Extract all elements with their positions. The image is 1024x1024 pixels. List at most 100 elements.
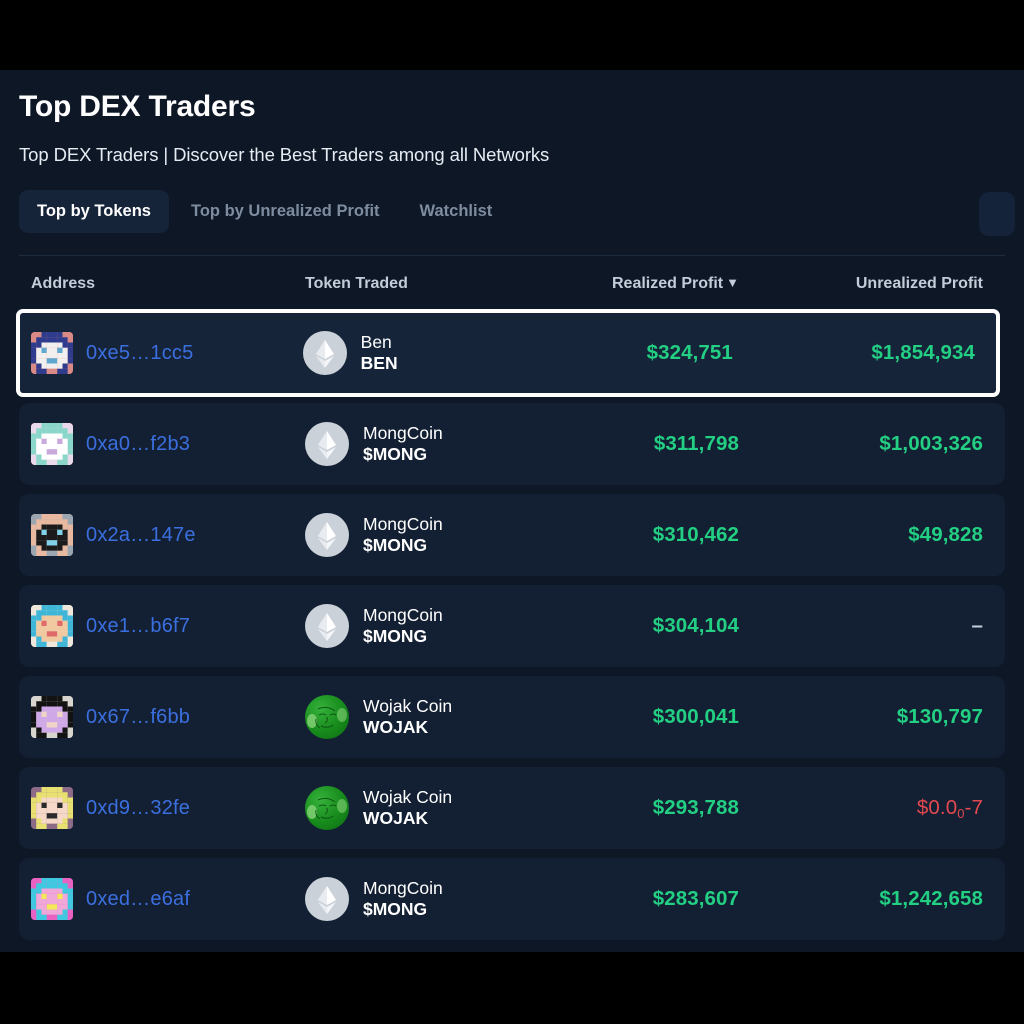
pixel-avatar-glyph [31,423,73,465]
tab-bar: Top by Tokens Top by Unrealized Profit W… [19,190,1015,236]
table-row[interactable]: 0x67…f6bb Wojak Coin WOJAK $300,041 $130,797 [19,676,1005,758]
unrealized-profit-cell: $1,003,326 [765,432,1005,456]
token-traded-cell: MongCoin $MONG [305,877,535,921]
page-subtitle: Top DEX Traders | Discover the Best Trad… [19,144,550,165]
address-link[interactable]: 0xe1…b6f7 [86,615,190,638]
token-name: MongCoin [363,605,443,626]
sort-desc-caret-icon: ▼ [726,275,739,290]
ethereum-diamond-glyph [318,522,336,550]
token-traded-cell: Wojak Coin WOJAK [305,786,535,830]
address-link[interactable]: 0x2a…147e [86,524,196,547]
page-title: Top DEX Traders [19,90,256,123]
ethereum-diamond-glyph [318,886,336,914]
ethereum-diamond-glyph [315,340,334,368]
table-row[interactable]: 0xa0…f2b3 MongCoin $MONG $311,798 $1,003,326 [19,403,1005,485]
column-header-unrealized-profit[interactable]: Unrealized Profit [765,275,1005,293]
ethereum-token-icon [305,604,349,648]
ethereum-token-icon [305,877,349,921]
token-symbol: BEN [360,353,398,373]
token-name: Ben [360,332,392,353]
ethereum-diamond-glyph [318,613,336,641]
unrealized-profit-cell: $1,242,658 [765,887,1005,911]
ethereum-token-icon [305,513,349,557]
unrealized-profit-value: $1,242,658 [879,887,983,910]
screenshot-stage: Top DEX Traders Top DEX Traders | Discov… [0,0,1024,1024]
column-header-address[interactable]: Address [19,275,305,293]
realized-profit-value: $310,462 [652,523,739,546]
realized-profit-value: $283,607 [652,887,739,910]
unrealized-profit-cell: $49,828 [765,523,1005,547]
token-symbol: $MONG [363,535,428,555]
avatar [31,787,73,829]
unrealized-profit-value: – [971,614,983,637]
realized-profit-cell: $304,104 [535,614,765,638]
avatar [31,605,73,647]
unrealized-profit-value: $130,797 [896,705,983,728]
page-header: Top DEX Traders Top DEX Traders | Discov… [0,90,1024,940]
table-header: Address Token Traded Realized Profit ▼ Un… [19,255,1005,312]
unrealized-profit-value: $49,828 [908,523,983,546]
wojak-face-glyph [307,797,347,820]
address-link[interactable]: 0xa0…f2b3 [86,433,190,456]
tab-overflow-pill[interactable] [979,192,1015,236]
letterbox-bottom [0,952,1024,1024]
unrealized-profit-value: $1,854,934 [871,341,975,364]
address-link[interactable]: 0x67…f6bb [86,706,190,729]
table-body: 0xe5…1cc5 Ben BEN $324,751 $1,854,934 0xa0…f2… [16,309,1005,940]
avatar [31,878,73,920]
ethereum-diamond-glyph [318,431,336,459]
realized-profit-cell: $283,607 [535,887,765,911]
table-row[interactable]: 0x2a…147e MongCoin $MONG $310,462 $49,828 [19,494,1005,576]
pixel-avatar-glyph [31,332,73,374]
dex-traders-app: Top DEX Traders Top DEX Traders | Discov… [0,70,1024,952]
table-row[interactable]: 0xe5…1cc5 Ben BEN $324,751 $1,854,934 [16,309,1000,397]
address-cell: 0xe1…b6f7 [19,605,305,647]
realized-profit-cell: $300,041 [535,705,765,729]
pixel-avatar-glyph [31,787,73,829]
tab-top-by-unrealized-profit[interactable]: Top by Unrealized Profit [173,190,398,233]
token-traded-cell: Wojak Coin WOJAK [305,695,535,739]
tab-top-by-tokens[interactable]: Top by Tokens [19,190,169,233]
address-cell: 0x67…f6bb [19,696,305,738]
pixel-avatar-glyph [31,605,73,647]
token-name: MongCoin [363,423,443,444]
unrealized-profit-value: $1,003,326 [879,432,983,455]
avatar [31,332,73,374]
column-header-realized-profit[interactable]: Realized Profit ▼ [535,275,765,293]
token-name: MongCoin [363,514,443,535]
column-header-token-traded[interactable]: Token Traded [305,275,535,293]
address-link[interactable]: 0xd9…32fe [86,797,190,820]
realized-profit-value: $311,798 [653,432,739,455]
realized-profit-cell: $310,462 [535,523,765,547]
unrealized-profit-cell: $130,797 [765,705,1005,729]
address-cell: 0xe5…1cc5 [19,332,303,374]
token-name: Wojak Coin [363,696,453,717]
address-link[interactable]: 0xe5…1cc5 [86,342,193,365]
table-row[interactable]: 0xd9…32fe Wojak Coin WOJAK $293,788 $0.00-7 [19,767,1005,849]
wojak-token-icon [305,786,349,830]
tab-watchlist[interactable]: Watchlist [402,190,511,233]
wojak-face-glyph [307,706,347,729]
realized-profit-cell: $311,798 [535,432,765,456]
address-link[interactable]: 0xed…e6af [86,888,190,911]
table-row[interactable]: 0xe1…b6f7 MongCoin $MONG $304,104 – [19,585,1005,667]
table-header-row: Address Token Traded Realized Profit ▼ Un… [19,256,1005,312]
ethereum-token-icon [305,422,349,466]
token-symbol: WOJAK [363,808,429,828]
avatar [31,696,73,738]
token-traded-cell: Ben BEN [302,331,531,375]
token-symbol: $MONG [363,626,428,646]
pixel-avatar-glyph [31,696,73,738]
realized-profit-value: $304,104 [652,614,739,637]
address-cell: 0xa0…f2b3 [19,423,305,465]
unrealized-profit-cell: – [765,614,1005,638]
token-name: MongCoin [363,878,443,899]
table-row[interactable]: 0xed…e6af MongCoin $MONG $283,607 $1,242,658 [19,858,1005,940]
token-traded-cell: MongCoin $MONG [305,422,535,466]
unrealized-profit-value: $0.00-7 [916,795,983,821]
unrealized-profit-cell: $0.00-7 [765,796,1005,821]
token-name: Wojak Coin [363,787,453,808]
unrealized-profit-cell: $1,854,934 [759,341,997,365]
token-symbol: WOJAK [363,717,429,737]
realized-profit-cell: $293,788 [535,796,765,820]
